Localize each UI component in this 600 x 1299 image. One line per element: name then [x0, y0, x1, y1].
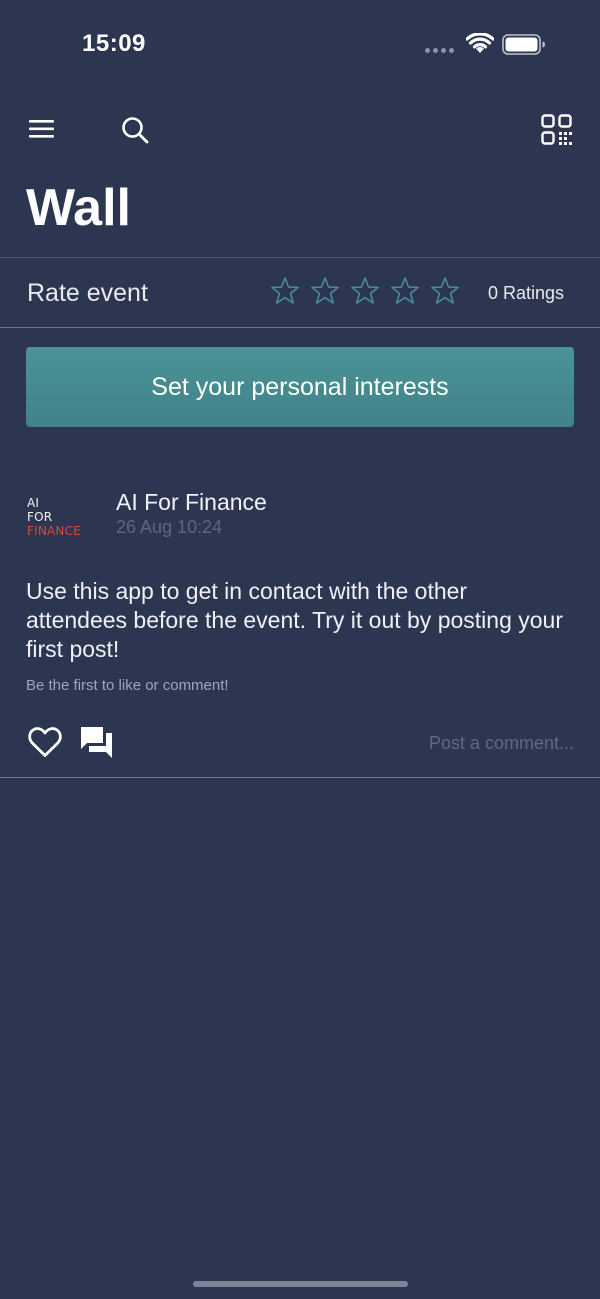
divider — [0, 777, 600, 778]
divider — [0, 327, 600, 328]
rate-event-label: Rate event — [27, 279, 148, 307]
star-icon[interactable] — [390, 276, 420, 306]
comment-input[interactable] — [380, 731, 574, 755]
post-timestamp: 26 Aug 10:24 — [116, 517, 223, 537]
status-time: 15:09 — [82, 30, 146, 57]
wifi-icon — [466, 33, 494, 53]
battery-icon — [502, 34, 545, 55]
post-body: Use this app to get in contact with the … — [26, 578, 563, 662]
ratings-count: 0 Ratings — [488, 283, 565, 303]
star-icon[interactable] — [350, 276, 380, 306]
set-interests-button[interactable]: Set your personal interests — [26, 347, 574, 427]
divider — [0, 257, 600, 258]
cellular-signal-icon — [425, 48, 454, 53]
comment-icon[interactable] — [79, 725, 115, 761]
post-author-name[interactable]: AI For Finance — [116, 489, 267, 516]
author-logo[interactable]: AI FOR FINANCE — [27, 496, 87, 544]
home-indicator[interactable] — [193, 1281, 408, 1287]
star-icon[interactable] — [430, 276, 460, 306]
page-title: Wall — [26, 179, 131, 237]
star-icon[interactable] — [270, 276, 300, 306]
engagement-hint: Be the first to like or comment! — [26, 677, 229, 694]
heart-icon[interactable] — [27, 725, 63, 759]
qr-code-icon[interactable] — [541, 114, 573, 146]
star-icon[interactable] — [310, 276, 340, 306]
menu-icon[interactable] — [29, 119, 55, 139]
search-icon[interactable] — [120, 115, 150, 145]
star-rating[interactable] — [270, 276, 460, 306]
